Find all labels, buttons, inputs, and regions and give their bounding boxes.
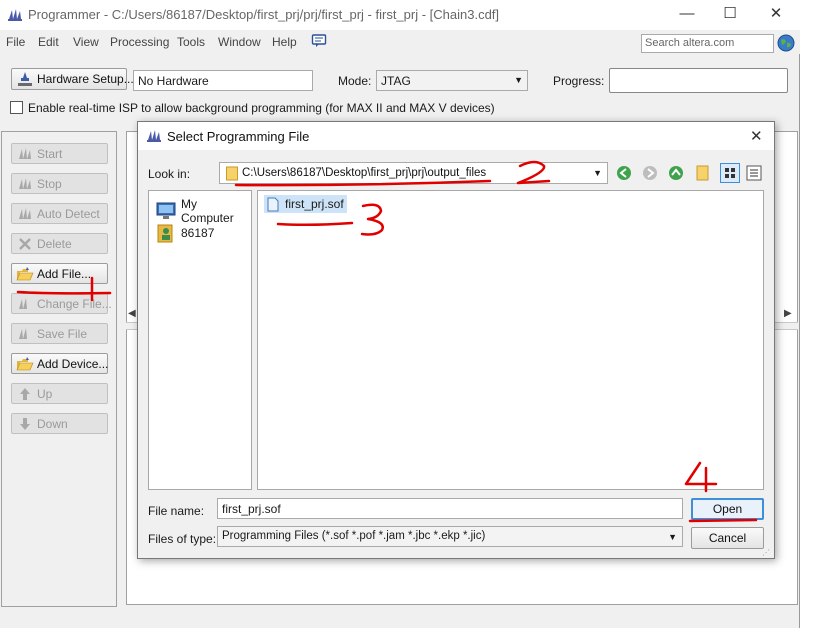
file-list: first_prj.sof (257, 190, 764, 490)
folder-icon (226, 166, 238, 181)
hardware-field: No Hardware (133, 70, 313, 91)
down-label: Down (37, 416, 68, 431)
stop-label: Stop (37, 176, 62, 191)
menu-view[interactable]: View (73, 35, 99, 49)
cancel-button[interactable]: Cancel (691, 527, 764, 549)
start-icon (16, 146, 34, 162)
window-title: Programmer - C:/Users/86187/Desktop/firs… (28, 7, 500, 22)
save-file-label: Save File (37, 326, 88, 341)
maximize-button[interactable]: ☐ (718, 3, 742, 25)
change-file-button[interactable]: Change File... (11, 293, 112, 314)
places-sidebar: My Computer 86187 (148, 190, 252, 490)
auto-detect-button[interactable]: Auto Detect (11, 203, 108, 224)
new-folder-icon[interactable] (695, 165, 711, 181)
look-in-select[interactable]: C:\Users\86187\Desktop\first_prj\prj\out… (219, 162, 608, 184)
menu-tools[interactable]: Tools (177, 35, 205, 49)
mode-label: Mode: (338, 74, 372, 88)
app-logo-icon (7, 7, 23, 23)
add-file-button[interactable]: Add File... (11, 263, 108, 284)
save-file-button[interactable]: Save File (11, 323, 108, 344)
detail-view-icon[interactable] (746, 165, 762, 181)
file-type-select[interactable]: Programming Files (*.sof *.pof *.jam *.j… (217, 526, 683, 547)
look-in-path: C:\Users\86187\Desktop\first_prj\prj\out… (242, 167, 487, 179)
start-label: Start (37, 146, 63, 161)
hardware-setup-button[interactable]: Hardware Setup... (11, 68, 134, 90)
menu-help[interactable]: Help (272, 35, 297, 49)
place-user-folder[interactable]: 86187 (155, 223, 214, 243)
open-folder-icon (16, 356, 34, 372)
up-label: Up (37, 386, 53, 401)
file-name: first_prj.sof (285, 197, 344, 211)
add-device-button[interactable]: Add Device... (11, 353, 108, 374)
down-button[interactable]: Down (11, 413, 108, 434)
menu-processing[interactable]: Processing (110, 35, 169, 49)
minimize-button[interactable]: — (675, 3, 699, 25)
computer-icon (155, 201, 177, 221)
change-file-icon (16, 296, 34, 312)
user-folder-icon (155, 223, 177, 243)
scroll-left-icon[interactable]: ◀ (128, 308, 136, 319)
add-file-label: Add File... (37, 266, 92, 281)
app-logo-icon (146, 128, 162, 144)
title-bar: Programmer - C:/Users/86187/Desktop/firs… (0, 0, 800, 30)
up-arrow-icon (16, 386, 34, 402)
hardware-setup-label: Hardware Setup... (37, 72, 134, 86)
chevron-down-icon: ▼ (668, 532, 677, 542)
stop-icon (16, 176, 34, 192)
open-folder-icon (16, 266, 34, 282)
delete-button[interactable]: Delete (11, 233, 108, 254)
menu-file[interactable]: File (6, 35, 25, 49)
isp-checkbox[interactable] (10, 101, 23, 114)
auto-detect-icon (16, 206, 34, 222)
save-file-icon (16, 326, 34, 342)
chevron-down-icon: ▼ (593, 168, 602, 178)
file-icon (267, 197, 279, 212)
look-in-label: Look in: (148, 167, 191, 181)
stop-button[interactable]: Stop (11, 173, 108, 194)
chevron-down-icon: ▼ (514, 75, 523, 85)
down-arrow-icon (16, 416, 34, 432)
auto-detect-label: Auto Detect (37, 206, 100, 221)
select-programming-file-dialog: Select Programming File ✕ Look in: C:\Us… (137, 121, 775, 559)
progress-bar (609, 68, 788, 93)
forward-icon[interactable] (642, 165, 658, 181)
start-button[interactable]: Start (11, 143, 108, 164)
change-file-label: Change File... (37, 296, 112, 311)
scroll-right-icon[interactable]: ▶ (784, 308, 792, 319)
open-button[interactable]: Open (691, 498, 764, 520)
resize-grip-icon[interactable]: ⋰ (762, 548, 770, 557)
isp-label: Enable real-time ISP to allow background… (28, 101, 495, 115)
delete-label: Delete (37, 236, 72, 251)
delete-icon (16, 236, 34, 252)
mode-select[interactable]: JTAG ▼ (376, 70, 528, 91)
help-chat-icon[interactable] (311, 33, 327, 49)
dialog-close-button[interactable]: ✕ (750, 127, 763, 145)
place-label: 86187 (181, 226, 215, 240)
file-type-value: Programming Files (*.sof *.pof *.jam *.j… (222, 530, 486, 542)
file-type-label: Files of type: (148, 532, 217, 546)
file-name-input[interactable]: first_prj.sof (217, 498, 683, 519)
place-my-computer[interactable]: My Computer (155, 197, 251, 225)
file-name-label: File name: (148, 504, 205, 518)
list-view-icon[interactable] (720, 163, 740, 183)
add-device-label: Add Device... (37, 356, 109, 371)
dialog-title: Select Programming File (167, 129, 310, 144)
globe-icon[interactable] (777, 34, 795, 52)
up-button[interactable]: Up (11, 383, 108, 404)
menu-edit[interactable]: Edit (38, 35, 59, 49)
close-button[interactable]: ✕ (764, 3, 788, 25)
file-item-first-prj-sof[interactable]: first_prj.sof (264, 195, 347, 213)
dialog-title-bar: Select Programming File ✕ (138, 122, 774, 150)
back-icon[interactable] (616, 165, 632, 181)
progress-label: Progress: (553, 74, 605, 88)
menu-window[interactable]: Window (218, 35, 261, 49)
up-folder-icon[interactable] (668, 165, 684, 181)
hardware-icon (16, 71, 34, 87)
mode-value: JTAG (381, 74, 411, 88)
search-input[interactable]: Search altera.com (641, 34, 774, 53)
place-label: My Computer (181, 197, 234, 225)
